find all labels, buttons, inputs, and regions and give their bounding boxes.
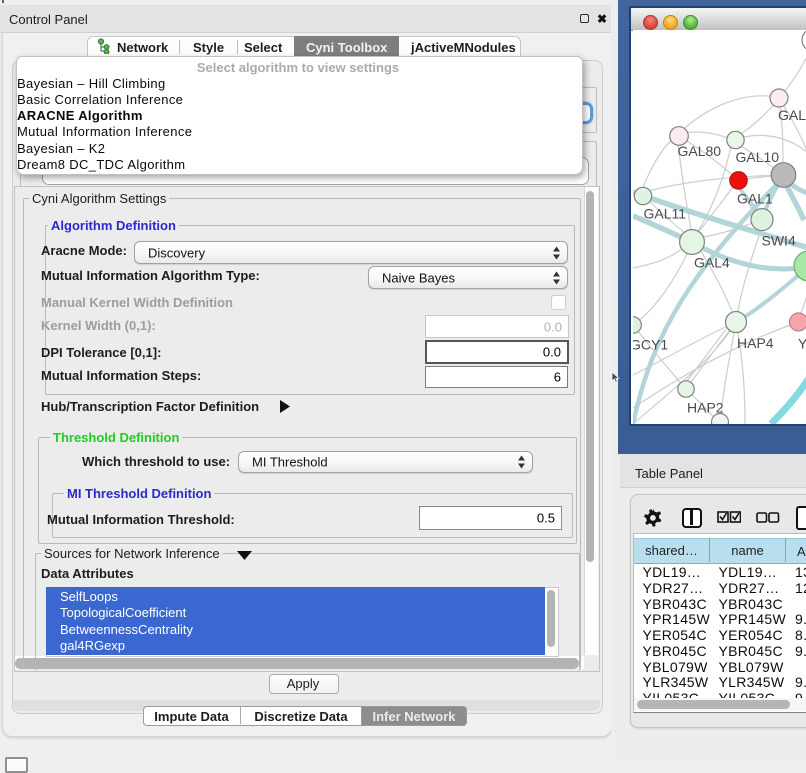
svg-text:SWI4: SWI4 — [762, 233, 796, 249]
svg-text:GAL1: GAL1 — [737, 191, 773, 207]
svg-text:HAP2: HAP2 — [687, 400, 724, 416]
svg-text:GAL2: GAL2 — [778, 107, 806, 123]
svg-text:GAL4: GAL4 — [694, 255, 730, 271]
svg-text:GAL11: GAL11 — [644, 206, 687, 222]
svg-text:YM: YM — [798, 336, 806, 352]
svg-text:GAL10: GAL10 — [736, 149, 780, 165]
svg-text:GAL80: GAL80 — [678, 143, 722, 159]
svg-text:GCY1: GCY1 — [633, 337, 668, 353]
svg-text:HAP4: HAP4 — [737, 335, 774, 351]
